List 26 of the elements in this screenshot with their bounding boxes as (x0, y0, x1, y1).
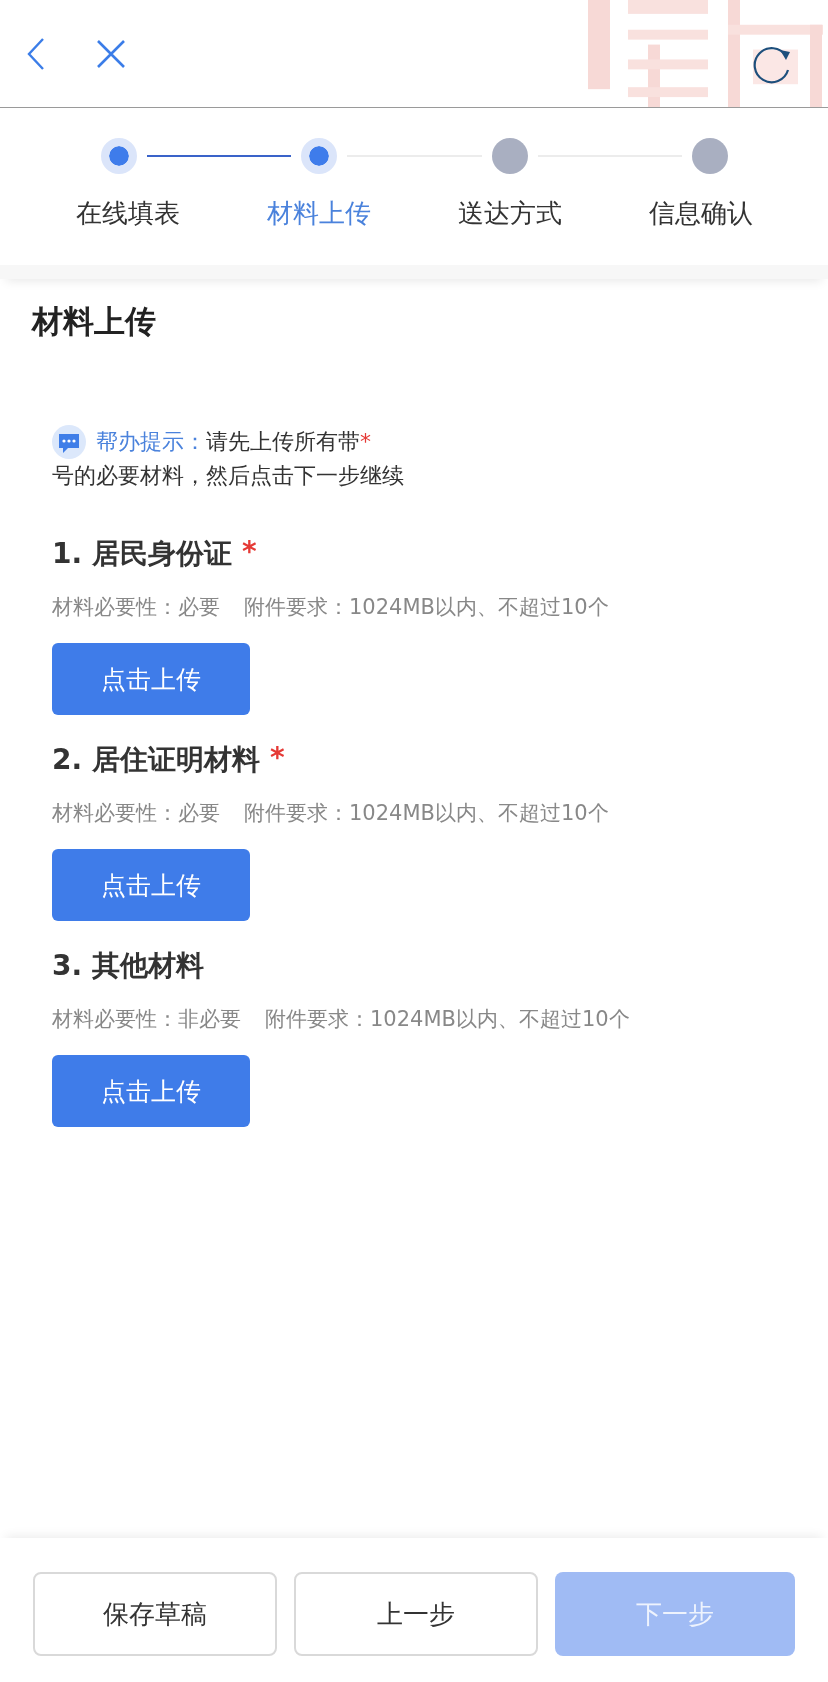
material-name: 3. 其他材料 (52, 948, 204, 984)
necessity-text: 材料必要性：非必要 (52, 1006, 241, 1033)
necessity-text: 材料必要性：必要 (52, 594, 220, 621)
required-mark: * (269, 741, 285, 776)
required-mark: * (241, 535, 257, 570)
back-icon[interactable] (26, 36, 46, 71)
attachment-requirement: 附件要求：1024MB以内、不超过10个 (265, 1006, 630, 1033)
step-tab[interactable]: 送达方式 (457, 196, 562, 231)
material-name: 2. 居住证明材料 (52, 742, 260, 778)
hint-text: 号的必要材料，然后点击下一步继续 (52, 462, 404, 490)
attachment-requirement: 附件要求：1024MB以内、不超过10个 (244, 594, 609, 621)
material-name: 1. 居民身份证 (52, 536, 232, 572)
upload-button[interactable]: 点击上传 (52, 1055, 250, 1127)
close-icon[interactable] (96, 38, 126, 69)
footer-button[interactable]: 保存草稿 (33, 1572, 277, 1656)
upload-button[interactable]: 点击上传 (52, 643, 250, 715)
attachment-requirement: 附件要求：1024MB以内、不超过10个 (244, 800, 609, 827)
step-tab[interactable]: 在线填表 (75, 196, 180, 231)
chat-bubble-icon (52, 425, 86, 459)
step-tab[interactable]: 信息确认 (648, 196, 753, 231)
page-title: 材料上传 (32, 302, 157, 341)
step-tab[interactable]: 材料上传 (266, 196, 371, 231)
necessity-text: 材料必要性：必要 (52, 800, 220, 827)
hint-text: 帮办提示：请先上传所有带* (96, 428, 371, 456)
upload-button[interactable]: 点击上传 (52, 849, 250, 921)
footer-button[interactable]: 上一步 (294, 1572, 538, 1656)
